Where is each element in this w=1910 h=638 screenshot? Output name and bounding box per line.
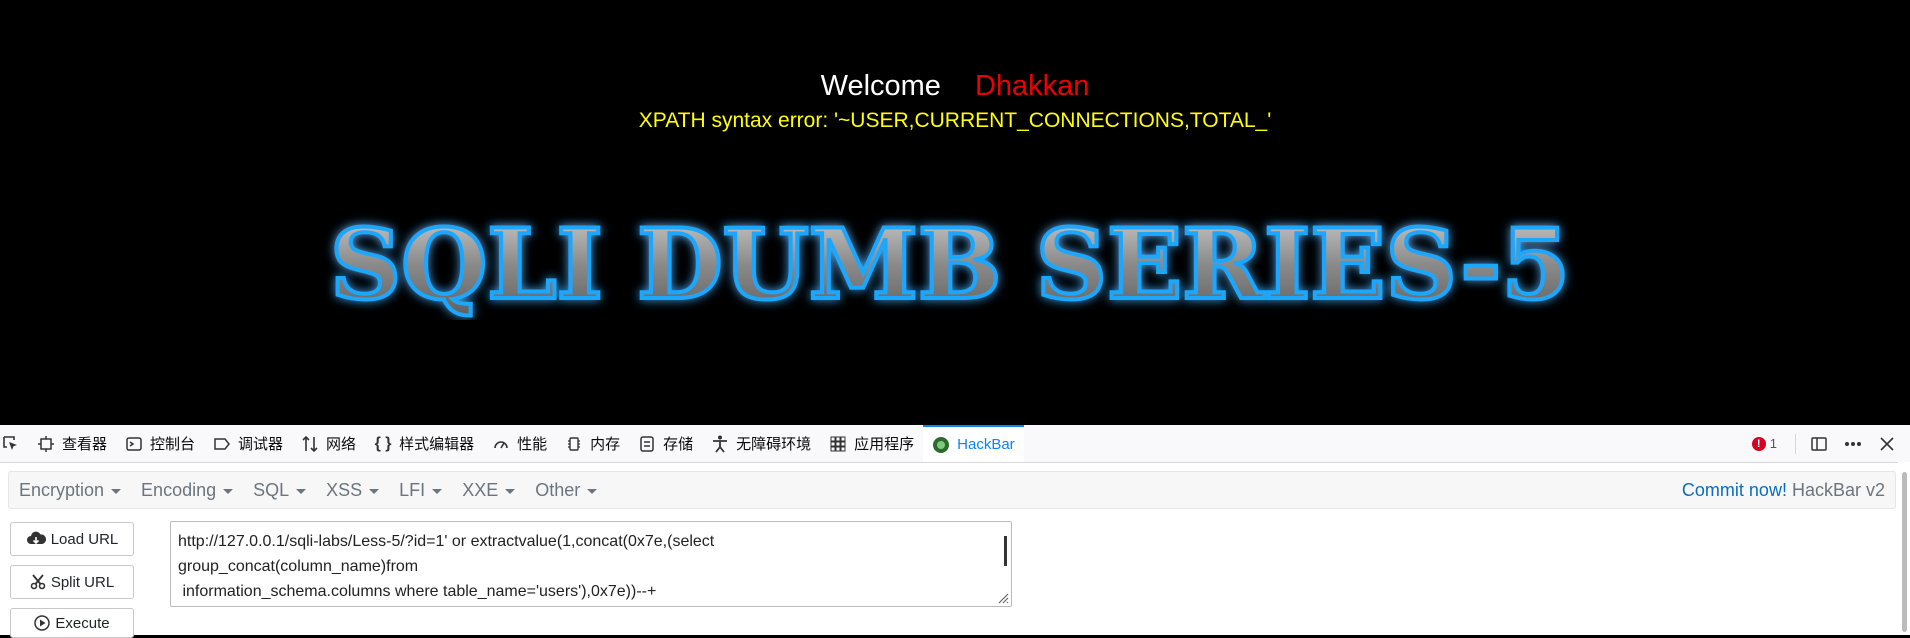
menu-label: LFI: [399, 479, 426, 500]
resize-handle-icon[interactable]: [995, 590, 1009, 604]
devtools-right-controls: ! 1: [1751, 425, 1910, 462]
panel-scrollbar[interactable]: [1898, 462, 1910, 635]
user-name: Dhakkan: [974, 70, 1090, 102]
menu-label: XXE: [462, 479, 499, 500]
web-page: Welcome Dhakkan XPATH syntax error: '~USE…: [0, 0, 1910, 425]
tab-style-editor[interactable]: { } 样式编辑器: [365, 425, 483, 462]
tab-network[interactable]: 网络: [292, 425, 365, 462]
chevron-down-icon: [505, 488, 516, 494]
scissors-icon: [30, 574, 46, 590]
tab-label: 性能: [517, 436, 548, 453]
execute-button[interactable]: Execute: [10, 608, 134, 638]
debugger-icon: [213, 435, 231, 453]
scrollbar-thumb[interactable]: [1902, 472, 1907, 632]
hackbar-menu: Encryption Encoding SQL XSS LFI XXE Othe…: [8, 471, 1896, 509]
tab-label: 无障碍环境: [736, 436, 812, 453]
chevron-down-icon: [111, 488, 122, 494]
textarea-scrollbar[interactable]: [1004, 536, 1007, 566]
more-options-icon[interactable]: [1842, 433, 1864, 455]
tab-console[interactable]: 控制台: [116, 425, 204, 462]
url-line: group_concat(column_name)from: [178, 558, 419, 575]
tab-label: 应用程序: [854, 436, 915, 453]
sqli-banner: SQLI DUMB SERIES-5: [328, 206, 1572, 320]
tab-label: 网络: [326, 436, 357, 453]
element-picker-icon: [2, 435, 20, 453]
style-editor-icon: { }: [374, 434, 392, 452]
button-label: Load URL: [50, 530, 119, 548]
cloud-download-icon: [26, 531, 46, 547]
chevron-down-icon: [432, 488, 443, 494]
devtools-toolbar: 查看器 控制台 调试器 网络 { } 样式编辑器 性能 内存 存储 无障碍环境 …: [0, 425, 1910, 463]
tab-application[interactable]: 应用程序: [820, 425, 923, 462]
error-message: XPATH syntax error: '~USER,CURRENT_CONNE…: [638, 109, 1272, 132]
storage-icon: [638, 435, 656, 453]
dock-toggle-icon[interactable]: [1808, 433, 1830, 455]
tab-hackbar[interactable]: HackBar: [923, 425, 1024, 462]
split-url-button[interactable]: Split URL: [10, 565, 134, 599]
separator: [1795, 433, 1796, 454]
close-icon[interactable]: [1876, 433, 1898, 455]
chevron-down-icon: [296, 488, 307, 494]
welcome-label: Welcome: [820, 70, 941, 102]
tab-performance[interactable]: 性能: [483, 425, 556, 462]
inspector-icon: [37, 435, 55, 453]
url-line: information_schema.columns where table_n…: [178, 583, 657, 600]
error-count: 1: [1769, 436, 1777, 451]
menu-encoding[interactable]: Encoding: [131, 480, 243, 501]
tab-label: 调试器: [238, 436, 284, 453]
tab-storage[interactable]: 存储: [629, 425, 702, 462]
tab-accessibility[interactable]: 无障碍环境: [702, 425, 820, 462]
application-icon: [829, 435, 847, 453]
menu-label: XSS: [326, 479, 363, 500]
error-count-badge[interactable]: ! 1: [1751, 436, 1777, 451]
menu-sql[interactable]: SQL: [243, 480, 316, 501]
error-icon: !: [1751, 436, 1766, 451]
tab-label: 样式编辑器: [399, 436, 475, 453]
chevron-down-icon: [369, 488, 380, 494]
url-line: http://127.0.0.1/sqli-labs/Less-5/?id=1'…: [178, 533, 719, 550]
menu-label: Encoding: [141, 479, 217, 500]
button-label: Split URL: [50, 573, 115, 591]
accessibility-icon: [711, 435, 729, 453]
hackbar-icon: [932, 436, 950, 454]
chevron-down-icon: [223, 488, 234, 494]
load-url-button[interactable]: Load URL: [10, 522, 134, 556]
menu-other[interactable]: Other: [525, 480, 607, 501]
commit-link[interactable]: Commit now!: [1682, 480, 1787, 501]
devtools-panel: 查看器 控制台 调试器 网络 { } 样式编辑器 性能 内存 存储 无障碍环境 …: [0, 425, 1910, 638]
tab-label: 内存: [590, 436, 621, 453]
play-circle-icon: [34, 615, 51, 631]
menu-label: Other: [535, 479, 581, 500]
chevron-down-icon: [587, 488, 598, 494]
console-icon: [125, 435, 143, 453]
tab-label: 存储: [663, 436, 694, 453]
menu-label: Encryption: [19, 479, 105, 500]
banner-text: SQLI DUMB SERIES-5: [330, 208, 1570, 320]
performance-icon: [492, 435, 510, 453]
tab-label: HackBar: [957, 436, 1015, 453]
tab-memory[interactable]: 内存: [556, 425, 629, 462]
memory-icon: [565, 435, 583, 453]
welcome-line: Welcome Dhakkan: [0, 70, 1910, 103]
url-input[interactable]: http://127.0.0.1/sqli-labs/Less-5/?id=1'…: [170, 521, 1012, 607]
element-picker-button[interactable]: [0, 425, 28, 462]
network-icon: [301, 435, 319, 453]
hackbar-version: HackBar v2: [1791, 479, 1885, 500]
tab-debugger[interactable]: 调试器: [204, 425, 292, 462]
menu-encryption[interactable]: Encryption: [9, 480, 131, 501]
commit-area: Commit now! HackBar v2: [1682, 472, 1885, 508]
tab-label: 查看器: [62, 436, 108, 453]
menu-xxe[interactable]: XXE: [452, 480, 525, 501]
tab-label: 控制台: [150, 436, 196, 453]
button-label: Execute: [55, 614, 110, 632]
menu-label: SQL: [253, 479, 290, 500]
tab-inspector[interactable]: 查看器: [28, 425, 116, 462]
menu-xss[interactable]: XSS: [316, 480, 389, 501]
menu-lfi[interactable]: LFI: [389, 480, 452, 501]
